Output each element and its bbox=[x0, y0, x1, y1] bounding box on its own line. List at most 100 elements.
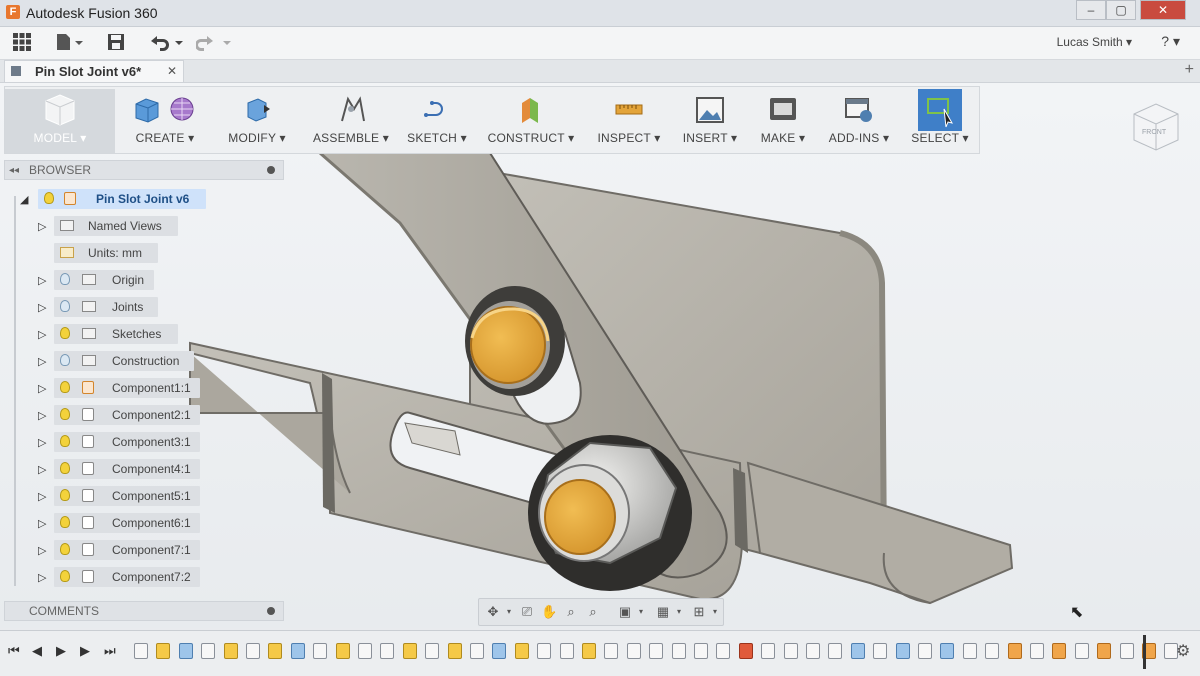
collapse-icon[interactable]: ◂◂ bbox=[9, 161, 19, 180]
tree-item-component[interactable]: ▷ Component6:1 bbox=[4, 512, 284, 534]
orbit-dropdown-icon[interactable]: ▾ bbox=[501, 604, 517, 620]
tree-item-component[interactable]: ▷ Component2:1 bbox=[4, 404, 284, 426]
inspect-group[interactable]: INSPECT ▾ bbox=[587, 89, 671, 153]
timeline-settings-gear-icon[interactable]: ⚙ bbox=[1176, 641, 1190, 661]
tree-item-named-views[interactable]: ▷ Named Views bbox=[4, 215, 284, 237]
tree-item-joints[interactable]: ▷ Joints bbox=[4, 296, 284, 318]
timeline-feature-icon[interactable] bbox=[448, 643, 462, 659]
visibility-bulb-icon[interactable] bbox=[60, 570, 70, 582]
timeline-feature-icon[interactable] bbox=[940, 643, 954, 659]
tree-root[interactable]: ◢ Pin Slot Joint v6 bbox=[4, 188, 284, 210]
visibility-bulb-icon[interactable] bbox=[60, 435, 70, 447]
grid-settings-icon[interactable]: ▦ bbox=[655, 604, 671, 620]
expand-arrow-icon[interactable]: ▷ bbox=[38, 301, 46, 314]
timeline-marker[interactable] bbox=[1143, 635, 1146, 669]
timeline-feature-icon[interactable] bbox=[1052, 643, 1066, 659]
timeline-feature-icon[interactable] bbox=[268, 643, 282, 659]
look-at-icon[interactable]: ⎚ bbox=[519, 604, 535, 620]
timeline-feature-icon[interactable] bbox=[761, 643, 775, 659]
visibility-bulb-icon[interactable] bbox=[60, 543, 70, 555]
hand-pan-icon[interactable]: ✋ bbox=[541, 604, 557, 620]
file-menu-icon[interactable] bbox=[54, 33, 84, 53]
timeline-feature-icon[interactable] bbox=[851, 643, 865, 659]
timeline-next-icon[interactable]: ▶ bbox=[80, 643, 90, 659]
expand-arrow-icon[interactable]: ▷ bbox=[38, 571, 46, 584]
timeline-feature-icon[interactable] bbox=[134, 643, 148, 659]
comments-header[interactable]: COMMENTS bbox=[4, 601, 284, 621]
expand-arrow-icon[interactable]: ▷ bbox=[38, 409, 46, 422]
timeline-feature-icon[interactable] bbox=[1008, 643, 1022, 659]
make-group[interactable]: MAKE ▾ bbox=[751, 89, 815, 153]
tree-item-component[interactable]: ▷ Component4:1 bbox=[4, 458, 284, 480]
view-cube[interactable]: FRONT bbox=[1128, 98, 1184, 154]
fit-zoom-icon[interactable]: ⌕ bbox=[585, 604, 601, 620]
viewports-dropdown-icon[interactable]: ▾ bbox=[707, 604, 723, 620]
timeline-feature-icon[interactable] bbox=[627, 643, 641, 659]
save-icon[interactable] bbox=[106, 33, 126, 53]
comments-options-icon[interactable] bbox=[267, 607, 275, 615]
timeline-feature-icon[interactable] bbox=[380, 643, 394, 659]
timeline-feature-icon[interactable] bbox=[1097, 643, 1111, 659]
add-ins-group[interactable]: ADD-INS ▾ bbox=[819, 89, 899, 153]
tree-item-component[interactable]: ▷ Component3:1 bbox=[4, 431, 284, 453]
expand-arrow-icon[interactable]: ◢ bbox=[20, 193, 28, 206]
redo-icon[interactable] bbox=[195, 33, 232, 53]
timeline-feature-icon[interactable] bbox=[604, 643, 618, 659]
undo-icon[interactable] bbox=[148, 33, 184, 53]
visibility-bulb-icon[interactable] bbox=[60, 327, 70, 339]
grid-dropdown-icon[interactable]: ▾ bbox=[671, 604, 687, 620]
timeline-feature-icon[interactable] bbox=[492, 643, 506, 659]
timeline-feature-icon[interactable] bbox=[156, 643, 170, 659]
expand-arrow-icon[interactable]: ▷ bbox=[38, 220, 46, 233]
expand-arrow-icon[interactable]: ▷ bbox=[38, 436, 46, 449]
sketch-group[interactable]: SKETCH ▾ bbox=[401, 89, 473, 153]
new-tab-button[interactable]: + bbox=[1185, 61, 1194, 79]
expand-arrow-icon[interactable]: ▷ bbox=[38, 517, 46, 530]
timeline-feature-icon[interactable] bbox=[470, 643, 484, 659]
timeline-play-icon[interactable]: ▶ bbox=[56, 643, 66, 659]
timeline-feature-icon[interactable] bbox=[201, 643, 215, 659]
timeline-feature-icon[interactable] bbox=[784, 643, 798, 659]
timeline-feature-icon[interactable] bbox=[716, 643, 730, 659]
tree-item-component[interactable]: ▷ Component5:1 bbox=[4, 485, 284, 507]
zoom-icon[interactable]: ⌕ bbox=[563, 604, 579, 620]
close-window-button[interactable]: ✕ bbox=[1140, 0, 1186, 20]
timeline-feature-icon[interactable] bbox=[649, 643, 663, 659]
timeline-feature-icon[interactable] bbox=[672, 643, 686, 659]
tree-item-component[interactable]: ▷ Component7:2 bbox=[4, 566, 284, 588]
timeline-feature-icon[interactable] bbox=[291, 643, 305, 659]
construct-group[interactable]: CONSTRUCT ▾ bbox=[481, 89, 581, 153]
maximize-button[interactable]: ▢ bbox=[1106, 0, 1136, 20]
expand-arrow-icon[interactable]: ▷ bbox=[38, 355, 46, 368]
select-group[interactable]: SELECT ▾ bbox=[907, 89, 973, 153]
timeline-feature-icon[interactable] bbox=[985, 643, 999, 659]
timeline-feature-icon[interactable] bbox=[515, 643, 529, 659]
timeline-track[interactable] bbox=[130, 641, 1178, 663]
visibility-bulb-icon[interactable] bbox=[60, 462, 70, 474]
tree-item-construction[interactable]: ▷ Construction bbox=[4, 350, 284, 372]
timeline-feature-icon[interactable] bbox=[537, 643, 551, 659]
tab-close-icon[interactable]: ✕ bbox=[167, 64, 177, 78]
timeline-feature-icon[interactable] bbox=[739, 643, 753, 659]
timeline-feature-icon[interactable] bbox=[425, 643, 439, 659]
timeline-feature-icon[interactable] bbox=[582, 643, 596, 659]
timeline-first-icon[interactable]: ⏮ bbox=[8, 643, 20, 659]
timeline-prev-icon[interactable]: ◀ bbox=[32, 643, 42, 659]
timeline-feature-icon[interactable] bbox=[828, 643, 842, 659]
user-account-menu[interactable]: Lucas Smith ▾ bbox=[1057, 35, 1132, 49]
modify-group[interactable]: MODIFY ▾ bbox=[217, 89, 297, 153]
timeline-feature-icon[interactable] bbox=[873, 643, 887, 659]
timeline-feature-icon[interactable] bbox=[358, 643, 372, 659]
data-panel-grid-icon[interactable] bbox=[12, 33, 32, 53]
timeline-feature-icon[interactable] bbox=[1030, 643, 1044, 659]
visibility-bulb-icon[interactable] bbox=[60, 408, 70, 420]
tree-item-sketches[interactable]: ▷ Sketches bbox=[4, 323, 284, 345]
timeline-feature-icon[interactable] bbox=[1075, 643, 1089, 659]
visibility-bulb-icon[interactable] bbox=[60, 489, 70, 501]
tree-item-component[interactable]: ▷ Component1:1 bbox=[4, 377, 284, 399]
timeline-feature-icon[interactable] bbox=[896, 643, 910, 659]
timeline-feature-icon[interactable] bbox=[336, 643, 350, 659]
timeline-feature-icon[interactable] bbox=[246, 643, 260, 659]
browser-header[interactable]: ◂◂ BROWSER bbox=[4, 160, 284, 180]
tree-item-units[interactable]: Units: mm bbox=[4, 242, 284, 264]
